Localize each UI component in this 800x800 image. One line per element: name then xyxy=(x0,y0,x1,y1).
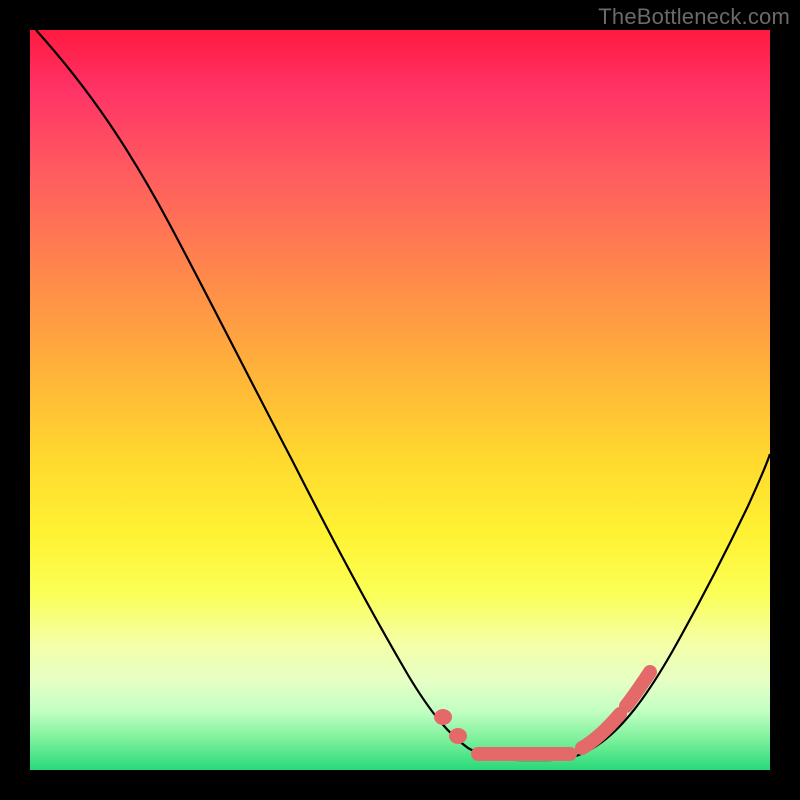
watermark-text: TheBottleneck.com xyxy=(598,4,790,30)
plot-area xyxy=(30,30,770,770)
bottleneck-curve xyxy=(30,30,770,770)
highlight-dot xyxy=(449,728,467,744)
curve-path xyxy=(36,30,770,760)
highlight-rise xyxy=(626,672,650,706)
chart-frame: TheBottleneck.com xyxy=(0,0,800,800)
highlight-dot xyxy=(434,709,452,725)
